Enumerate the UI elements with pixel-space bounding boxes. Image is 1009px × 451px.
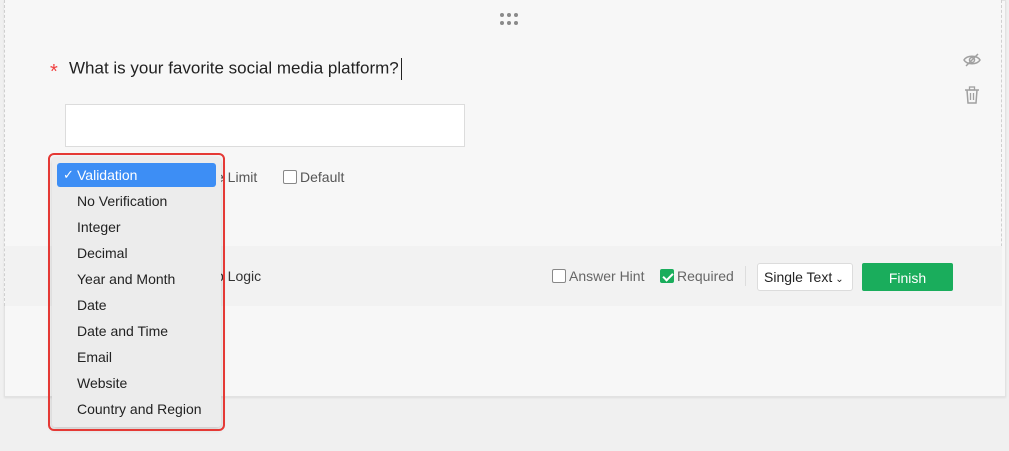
menu-highlight-box	[48, 153, 225, 431]
question-type-value: Single Text	[764, 269, 833, 285]
default-label: Default	[300, 169, 345, 185]
required-label: Required	[677, 268, 734, 284]
form-editor: * What is your favorite social media pla…	[0, 0, 1009, 451]
required-option[interactable]: Required	[660, 268, 734, 284]
question-type-select[interactable]: Single Text ⌄	[757, 263, 853, 291]
chevron-down-icon: ⌄	[835, 274, 844, 285]
required-checkbox[interactable]	[660, 269, 674, 283]
answer-hint-label: Answer Hint	[569, 268, 645, 284]
drag-handle-icon[interactable]	[500, 13, 518, 25]
finish-button[interactable]: Finish	[862, 263, 953, 291]
default-checkbox[interactable]	[283, 170, 297, 184]
text-cursor	[400, 58, 402, 80]
question-title-input[interactable]: What is your favorite social media platf…	[69, 58, 402, 80]
answer-hint-option[interactable]: Answer Hint	[552, 268, 644, 284]
question-title-text: What is your favorite social media platf…	[69, 58, 399, 78]
eye-slash-icon[interactable]	[963, 52, 981, 68]
required-star: *	[50, 61, 58, 83]
trash-icon[interactable]	[964, 86, 980, 104]
footer-divider	[745, 266, 746, 286]
answer-hint-checkbox[interactable]	[552, 269, 566, 283]
answer-input[interactable]	[65, 104, 465, 147]
default-option[interactable]: Default	[283, 169, 344, 185]
